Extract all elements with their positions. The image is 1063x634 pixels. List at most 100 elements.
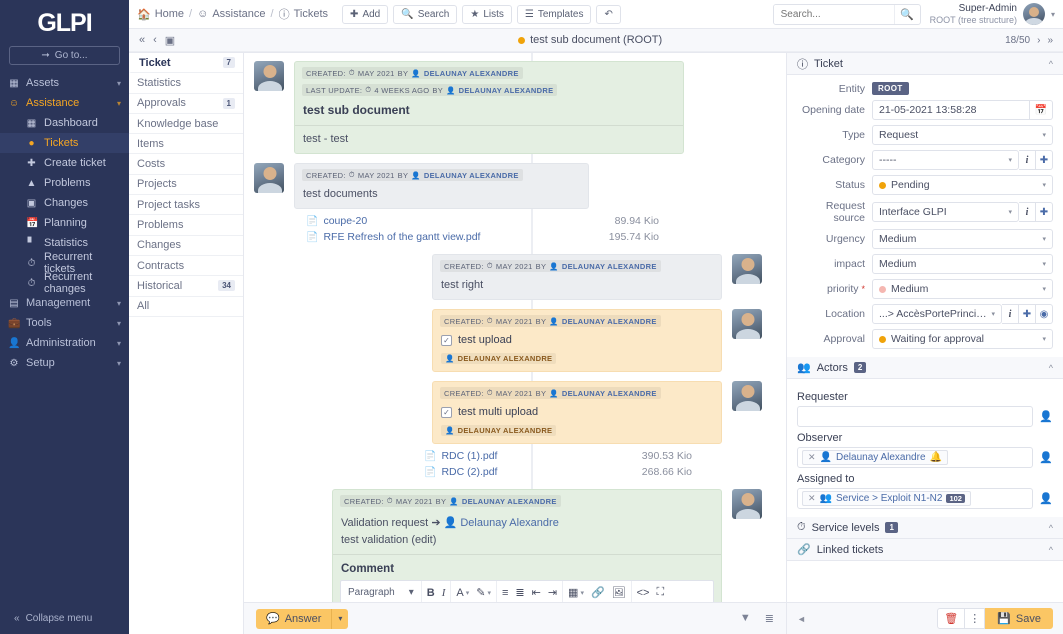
- info-icon[interactable]: i: [1019, 150, 1036, 170]
- tab-changes[interactable]: Changes: [129, 236, 243, 256]
- section-header-linked-tickets[interactable]: 🔗 Linked tickets ^: [787, 539, 1063, 561]
- bold-icon[interactable]: B: [427, 587, 435, 599]
- sidebar-item-recurrent-changes[interactable]: ⏱ Recurrent changes: [0, 271, 129, 295]
- highlight-icon[interactable]: ✎ ▾: [476, 586, 491, 599]
- add-button[interactable]: ✚ Add: [342, 4, 389, 24]
- templates-button[interactable]: ☰ Templates: [516, 4, 592, 24]
- rich-text-editor[interactable]: Paragraph ▾ B I A ▾ ✎ ▾ ≡ ≣ ⇤ ⇥ ▦ ▾ 🔗 🖼 …: [340, 580, 714, 602]
- category-select[interactable]: ----- ▾: [872, 150, 1019, 170]
- timeline-bubble[interactable]: CREATED: ⏱ MAY 2021 BY 👤 DELAUNAY ALEXAN…: [432, 381, 722, 444]
- tab-historical[interactable]: Historical 34: [129, 276, 243, 297]
- remove-icon[interactable]: ✕: [808, 452, 816, 463]
- first-page-icon[interactable]: «: [139, 34, 145, 46]
- answer-button[interactable]: 💬 Answer ▾: [256, 608, 349, 629]
- assigned-input[interactable]: ✕ 👥 Service > Exploit N1-N2 102: [797, 488, 1034, 509]
- tab-problems[interactable]: Problems: [129, 215, 243, 236]
- indent-icon[interactable]: ⇥: [548, 586, 557, 599]
- tab-items[interactable]: Items: [129, 134, 243, 155]
- code-icon[interactable]: <>: [637, 587, 650, 599]
- add-observer-icon[interactable]: 👤: [1039, 451, 1053, 464]
- sidebar-item-dashboard[interactable]: ▦ Dashboard: [0, 113, 129, 133]
- attachment-name[interactable]: RDC (2).pdf: [441, 466, 497, 478]
- observer-input[interactable]: ✕ 👤 Delaunay Alexandre 🔔: [797, 447, 1034, 468]
- section-header-ticket[interactable]: ⓘ Ticket ^: [787, 53, 1063, 75]
- add-source-icon[interactable]: ✚: [1036, 202, 1053, 222]
- sidebar-item-tickets[interactable]: ● Tickets: [0, 133, 129, 153]
- tab-knowledge-base[interactable]: Knowledge base: [129, 114, 243, 135]
- add-category-icon[interactable]: ✚: [1036, 150, 1053, 170]
- urgency-select[interactable]: Medium ▾: [872, 229, 1053, 249]
- user-menu[interactable]: Super-Admin ROOT (tree structure) ▾: [930, 3, 1055, 25]
- list-view-icon[interactable]: ▣: [165, 34, 175, 47]
- remove-icon[interactable]: ✕: [808, 493, 816, 504]
- breadcrumb-home[interactable]: 🏠 Home: [137, 8, 184, 21]
- attachment-item[interactable]: 📄 RDC (2).pdf 268.66 Kio: [424, 464, 722, 480]
- section-header-service-levels[interactable]: ⏱ Service levels 1 ^: [787, 517, 1063, 539]
- chevron-up-icon[interactable]: ^: [1049, 363, 1053, 373]
- approval-select[interactable]: Waiting for approval ▾: [872, 329, 1053, 349]
- timeline-bubble[interactable]: CREATED: ⏱ MAY 2021 BY 👤 DELAUNAY ALEXAN…: [432, 254, 722, 300]
- info-icon[interactable]: i: [1002, 304, 1019, 324]
- globe-icon[interactable]: ◉: [1036, 304, 1053, 324]
- bullet-list-icon[interactable]: ≡: [502, 587, 508, 599]
- global-search[interactable]: 🔍: [772, 3, 921, 25]
- save-button[interactable]: 💾 Save: [985, 608, 1053, 629]
- sidebar-group-setup[interactable]: ⚙ Setup ▾: [0, 353, 129, 373]
- more-actions-button[interactable]: ⋮: [965, 608, 986, 629]
- attachment-item[interactable]: 📄 RDC (1).pdf 390.53 Kio: [424, 448, 722, 464]
- requester-input[interactable]: [797, 406, 1034, 427]
- sidebar-group-administration[interactable]: 👤 Administration ▾: [0, 333, 129, 353]
- collapse-menu-button[interactable]: « Collapse menu: [0, 602, 129, 634]
- timeline-bubble[interactable]: CREATED: ⏱ MAY 2021 BY 👤 DELAUNAY ALEXAN…: [294, 163, 589, 209]
- sidebar-group-assets[interactable]: ▦ Assets ▾: [0, 73, 129, 93]
- observer-chip[interactable]: ✕ 👤 Delaunay Alexandre 🔔: [802, 450, 948, 465]
- outdent-icon[interactable]: ⇤: [532, 586, 541, 599]
- link-icon[interactable]: 🔗: [591, 586, 605, 599]
- italic-icon[interactable]: I: [442, 587, 446, 599]
- sidebar-item-recurrent-tickets[interactable]: ⏱ Recurrent tickets: [0, 251, 129, 275]
- table-icon[interactable]: ▦ ▾: [568, 586, 584, 599]
- sidebar-item-statistics[interactable]: ▘ Statistics: [0, 233, 129, 253]
- attachment-name[interactable]: RDC (1).pdf: [441, 450, 497, 462]
- tab-approvals[interactable]: Approvals 1: [129, 94, 243, 114]
- calendar-icon[interactable]: 📅: [1030, 100, 1053, 120]
- list-icon[interactable]: ≣: [765, 612, 774, 625]
- validation-target[interactable]: Delaunay Alexandre: [460, 517, 558, 529]
- search-button[interactable]: 🔍 Search: [393, 4, 458, 24]
- fullscreen-icon[interactable]: ⛶: [656, 586, 664, 599]
- editor-format-select[interactable]: Paragraph ▾: [341, 581, 422, 602]
- prev-page-icon[interactable]: ‹: [153, 34, 157, 46]
- add-requester-icon[interactable]: 👤: [1039, 410, 1053, 423]
- request-source-select[interactable]: Interface GLPI ▾: [872, 202, 1019, 222]
- tab-projects[interactable]: Projects: [129, 175, 243, 196]
- sidebar-item-create-ticket[interactable]: ✚ Create ticket: [0, 153, 129, 173]
- chevron-up-icon[interactable]: ^: [1049, 523, 1053, 533]
- tab-all[interactable]: All: [129, 297, 243, 317]
- chevron-up-icon[interactable]: ^: [1049, 545, 1053, 555]
- timeline-bubble[interactable]: CREATED: ⏱ MAY 2021 BY 👤 DELAUNAY ALEXAN…: [432, 309, 722, 372]
- numbered-list-icon[interactable]: ≣: [515, 586, 524, 599]
- checkbox-icon[interactable]: ✓: [441, 406, 452, 418]
- info-icon[interactable]: i: [1019, 202, 1036, 222]
- search-input[interactable]: [773, 4, 894, 24]
- timeline-bubble[interactable]: CREATED: ⏱ MAY 2021 BY 👤 DELAUNAY ALEXAN…: [332, 489, 722, 602]
- delete-button[interactable]: 🗑: [937, 608, 966, 629]
- tab-statistics[interactable]: Statistics: [129, 73, 243, 94]
- tab-contracts[interactable]: Contracts: [129, 256, 243, 277]
- chevron-down-icon[interactable]: ▾: [331, 608, 348, 629]
- brand-logo[interactable]: GLPI: [0, 0, 129, 46]
- sidebar-item-problems[interactable]: ▲ Problems: [0, 173, 129, 193]
- lists-button[interactable]: ★ Lists: [462, 4, 512, 24]
- next-page-icon[interactable]: ›: [1037, 35, 1040, 46]
- priority-select[interactable]: Medium ▾: [872, 279, 1053, 299]
- sidebar-item-planning[interactable]: 📅 Planning: [0, 213, 129, 233]
- add-location-icon[interactable]: ✚: [1019, 304, 1036, 324]
- type-select[interactable]: Request ▾: [872, 125, 1053, 145]
- scroll-left-icon[interactable]: ◄: [797, 614, 806, 624]
- tab-costs[interactable]: Costs: [129, 154, 243, 175]
- sidebar-item-changes[interactable]: ▣ Changes: [0, 193, 129, 213]
- opening-date-input[interactable]: 21-05-2021 13:58:28: [872, 100, 1030, 120]
- chevron-up-icon[interactable]: ^: [1049, 59, 1053, 69]
- attachment-item[interactable]: 📄 coupe-20 89.94 Kio: [306, 213, 689, 229]
- goto-button[interactable]: ➞ Go to...: [9, 46, 120, 65]
